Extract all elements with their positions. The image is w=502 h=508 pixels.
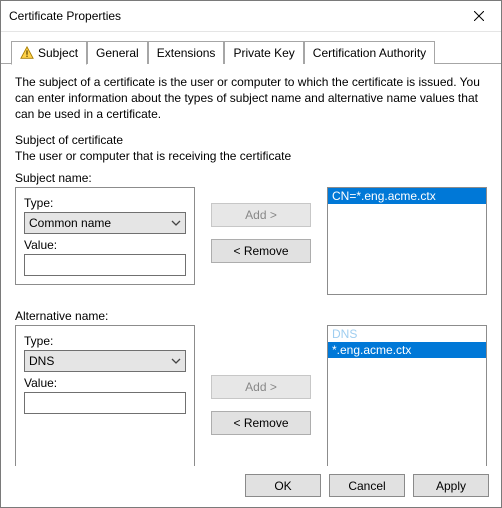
window-title: Certificate Properties <box>9 9 121 23</box>
altname-label: Alternative name: <box>15 309 487 323</box>
subject-name-label: Subject name: <box>15 171 487 185</box>
tab-private-key[interactable]: Private Key <box>224 41 303 64</box>
close-button[interactable] <box>456 2 501 31</box>
altname-list-header: DNS <box>328 326 486 342</box>
tab-strip: Subject General Extensions Private Key C… <box>1 32 501 64</box>
subject-heading: Subject of certificate <box>15 133 487 147</box>
tab-label: General <box>96 46 139 60</box>
subject-type-value: Common name <box>29 216 111 230</box>
subject-list-item[interactable]: CN=*.eng.acme.ctx <box>328 188 486 204</box>
ok-button[interactable]: OK <box>245 474 321 497</box>
titlebar: Certificate Properties <box>1 1 501 32</box>
altname-panel: Type: DNS Value: <box>15 325 195 466</box>
tab-general[interactable]: General <box>87 41 148 64</box>
dialog-window: Certificate Properties Subject General E… <box>0 0 502 508</box>
tab-extensions[interactable]: Extensions <box>148 41 225 64</box>
tab-cert-authority[interactable]: Certification Authority <box>304 41 435 64</box>
chevron-down-icon <box>171 218 181 228</box>
altname-value-label: Value: <box>24 376 186 390</box>
subject-name-panel: Type: Common name Value: <box>15 187 195 285</box>
altname-remove-button[interactable]: < Remove <box>211 411 311 435</box>
altname-list[interactable]: DNS *.eng.acme.ctx <box>327 325 487 466</box>
tab-label: Certification Authority <box>313 46 426 60</box>
altname-list-item[interactable]: *.eng.acme.ctx <box>328 342 486 358</box>
chevron-down-icon <box>171 356 181 366</box>
cancel-button[interactable]: Cancel <box>329 474 405 497</box>
warning-icon <box>20 46 34 60</box>
subject-add-button[interactable]: Add > <box>211 203 311 227</box>
subject-buttons: Add > < Remove <box>211 187 311 263</box>
subject-subheading: The user or computer that is receiving t… <box>15 149 487 163</box>
tab-label: Private Key <box>233 46 294 60</box>
tab-label: Subject <box>38 46 78 60</box>
altname-value-input[interactable] <box>24 392 186 414</box>
dialog-footer: OK Cancel Apply <box>1 466 501 507</box>
altname-row: Type: DNS Value: Add > < Remove DNS *.en… <box>15 325 487 466</box>
altname-type-select[interactable]: DNS <box>24 350 186 372</box>
subject-remove-button[interactable]: < Remove <box>211 239 311 263</box>
subject-type-select[interactable]: Common name <box>24 212 186 234</box>
close-icon <box>474 11 484 21</box>
apply-button[interactable]: Apply <box>413 474 489 497</box>
altname-type-label: Type: <box>24 334 186 348</box>
altname-add-button[interactable]: Add > <box>211 375 311 399</box>
subject-name-row: Type: Common name Value: Add > < Remove … <box>15 187 487 295</box>
subject-type-label: Type: <box>24 196 186 210</box>
tab-body: The subject of a certificate is the user… <box>1 64 501 466</box>
tab-label: Extensions <box>157 46 216 60</box>
subject-value-input[interactable] <box>24 254 186 276</box>
tab-subject[interactable]: Subject <box>11 41 87 65</box>
subject-description: The subject of a certificate is the user… <box>15 74 487 123</box>
altname-buttons: Add > < Remove <box>211 325 311 435</box>
subject-value-label: Value: <box>24 238 186 252</box>
subject-list[interactable]: CN=*.eng.acme.ctx <box>327 187 487 295</box>
altname-type-value: DNS <box>29 354 54 368</box>
